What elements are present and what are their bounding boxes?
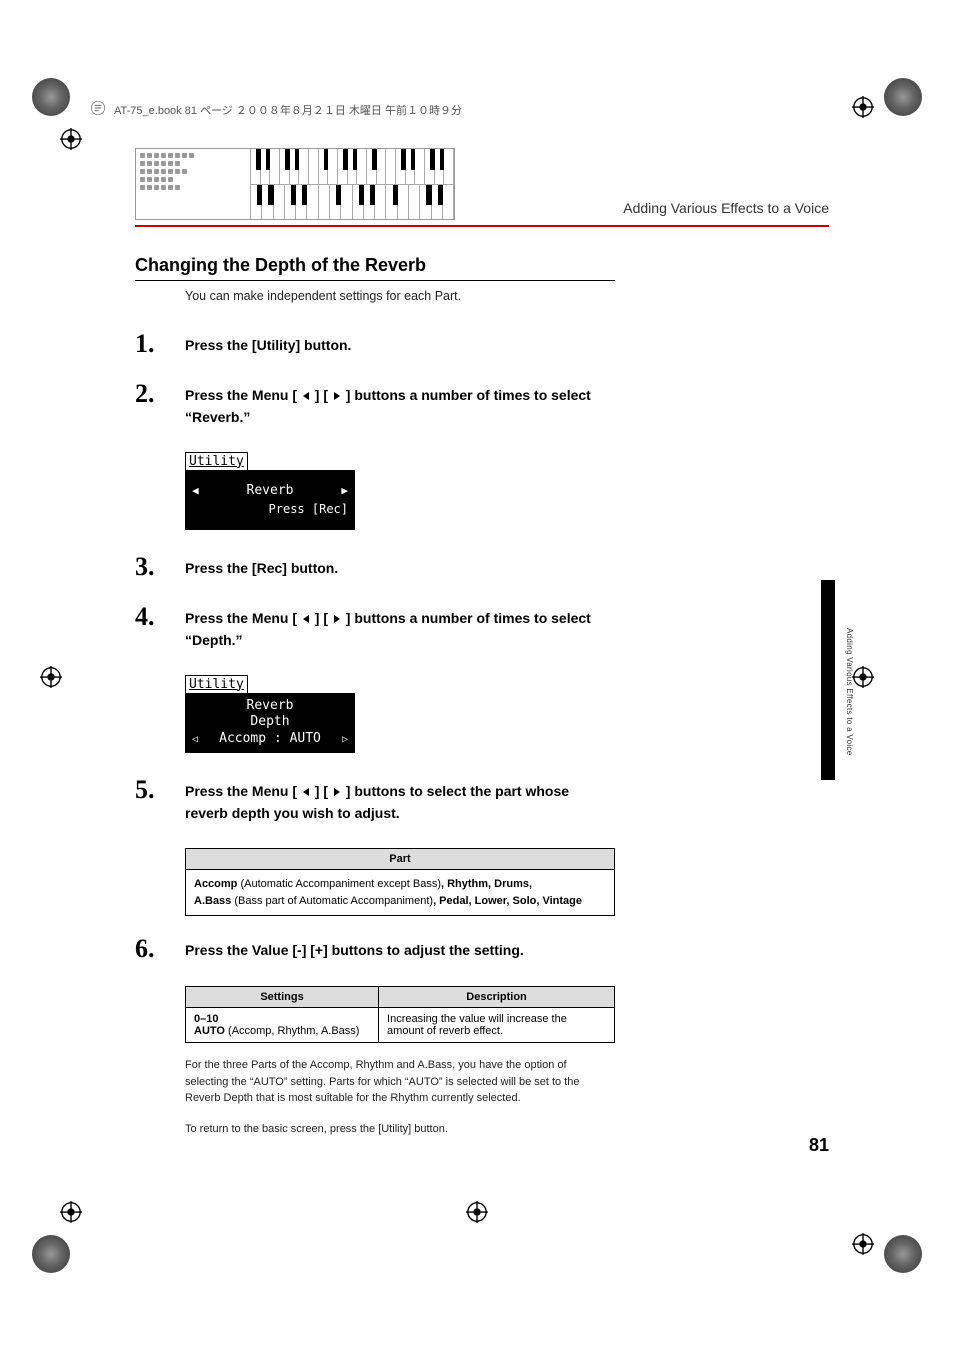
- keyboard-product-graphic: [135, 148, 455, 220]
- right-arrow-icon: [332, 782, 342, 803]
- step-number: 2.: [135, 381, 185, 407]
- lcd-bottom-text: Press [Rec]: [186, 500, 354, 518]
- step-5: 5. Press the Menu [ ] [ ] buttons to sel…: [135, 777, 615, 824]
- lcd-center-text: Reverb: [199, 483, 342, 498]
- step-2: 2. Press the Menu [ ] [ ] buttons a numb…: [135, 381, 615, 428]
- registration-mark: [466, 1201, 488, 1223]
- registration-mark: [40, 666, 62, 688]
- registration-mark: [852, 96, 874, 118]
- side-tab-index: [821, 580, 835, 780]
- step-text: Press the Menu [ ] [ ] buttons a number …: [185, 604, 615, 651]
- settings-table: Settings Description 0–10 AUTO (Accomp, …: [185, 986, 615, 1043]
- settings-cell: 0–10 AUTO (Accomp, Rhythm, A.Bass): [186, 1008, 379, 1043]
- right-arrow-icon: ▷: [342, 733, 348, 746]
- chapter-title: Adding Various Effects to a Voice: [623, 200, 829, 216]
- step-6: 6. Press the Value [-] [+] buttons to ad…: [135, 936, 615, 962]
- registration-mark: [60, 1201, 82, 1223]
- note-text: For the three Parts of the Accomp, Rhyth…: [185, 1057, 605, 1107]
- step-text: Press the [Rec] button.: [185, 554, 615, 579]
- step-text: Press the Menu [ ] [ ] buttons to select…: [185, 777, 615, 824]
- document-meta: AT-75_e.book 81 ページ ２００８年８月２１日 木曜日 午前１０時…: [90, 100, 462, 119]
- page-number: 81: [809, 1135, 829, 1156]
- book-icon: [90, 100, 106, 119]
- note-text: To return to the basic screen, press the…: [185, 1121, 605, 1138]
- print-mark-corner-tr: [884, 78, 922, 116]
- lcd-line: Reverb: [186, 698, 354, 715]
- right-arrow-icon: ▶: [341, 484, 348, 497]
- step-4: 4. Press the Menu [ ] [ ] buttons a numb…: [135, 604, 615, 651]
- section-title: Changing the Depth of the Reverb: [135, 255, 615, 281]
- left-arrow-icon: [301, 386, 311, 407]
- registration-mark: [852, 666, 874, 688]
- description-col-header: Description: [379, 987, 615, 1008]
- right-arrow-icon: [332, 609, 342, 630]
- registration-mark: [852, 1233, 874, 1255]
- section-intro: You can make independent settings for ea…: [185, 289, 615, 303]
- step-number: 4.: [135, 604, 185, 630]
- registration-mark: [60, 128, 82, 150]
- step-number: 1.: [135, 331, 185, 357]
- step-number: 5.: [135, 777, 185, 803]
- lcd-title: Utility: [185, 452, 248, 470]
- print-mark-corner-tl: [32, 78, 70, 116]
- left-arrow-icon: ◀: [192, 484, 199, 497]
- print-mark-corner-br: [884, 1235, 922, 1273]
- right-arrow-icon: [332, 386, 342, 407]
- lcd-line: Depth: [186, 714, 354, 731]
- step-number: 6.: [135, 936, 185, 962]
- step-number: 3.: [135, 554, 185, 580]
- part-table-body: Accomp (Automatic Accompaniment except B…: [186, 870, 614, 915]
- lcd-screenshot-2: Utility Reverb Depth ◁ Accomp : AUTO ▷: [185, 675, 615, 754]
- header-rule: [135, 225, 829, 227]
- step-text: Press the Menu [ ] [ ] buttons a number …: [185, 381, 615, 428]
- print-mark-corner-bl: [32, 1235, 70, 1273]
- description-cell: Increasing the value will increase the a…: [379, 1008, 615, 1043]
- lcd-title: Utility: [185, 675, 248, 693]
- step-3: 3. Press the [Rec] button.: [135, 554, 615, 580]
- document-meta-text: AT-75_e.book 81 ページ ２００８年８月２１日 木曜日 午前１０時…: [114, 102, 462, 118]
- part-table: Part Accomp (Automatic Accompaniment exc…: [185, 848, 615, 916]
- step-text: Press the [Utility] button.: [185, 331, 615, 356]
- left-arrow-icon: [301, 609, 311, 630]
- settings-col-header: Settings: [186, 987, 379, 1008]
- lcd-line: Accomp : AUTO: [198, 731, 342, 748]
- step-1: 1. Press the [Utility] button.: [135, 331, 615, 357]
- left-arrow-icon: [301, 782, 311, 803]
- main-content: Changing the Depth of the Reverb You can…: [135, 255, 615, 1151]
- part-table-header: Part: [186, 849, 614, 870]
- side-tab-label: Adding Various Effects to a Voice: [845, 628, 854, 755]
- lcd-screenshot-1: Utility ◀ Reverb ▶ Press [Rec]: [185, 452, 615, 530]
- step-text: Press the Value [-] [+] buttons to adjus…: [185, 936, 615, 961]
